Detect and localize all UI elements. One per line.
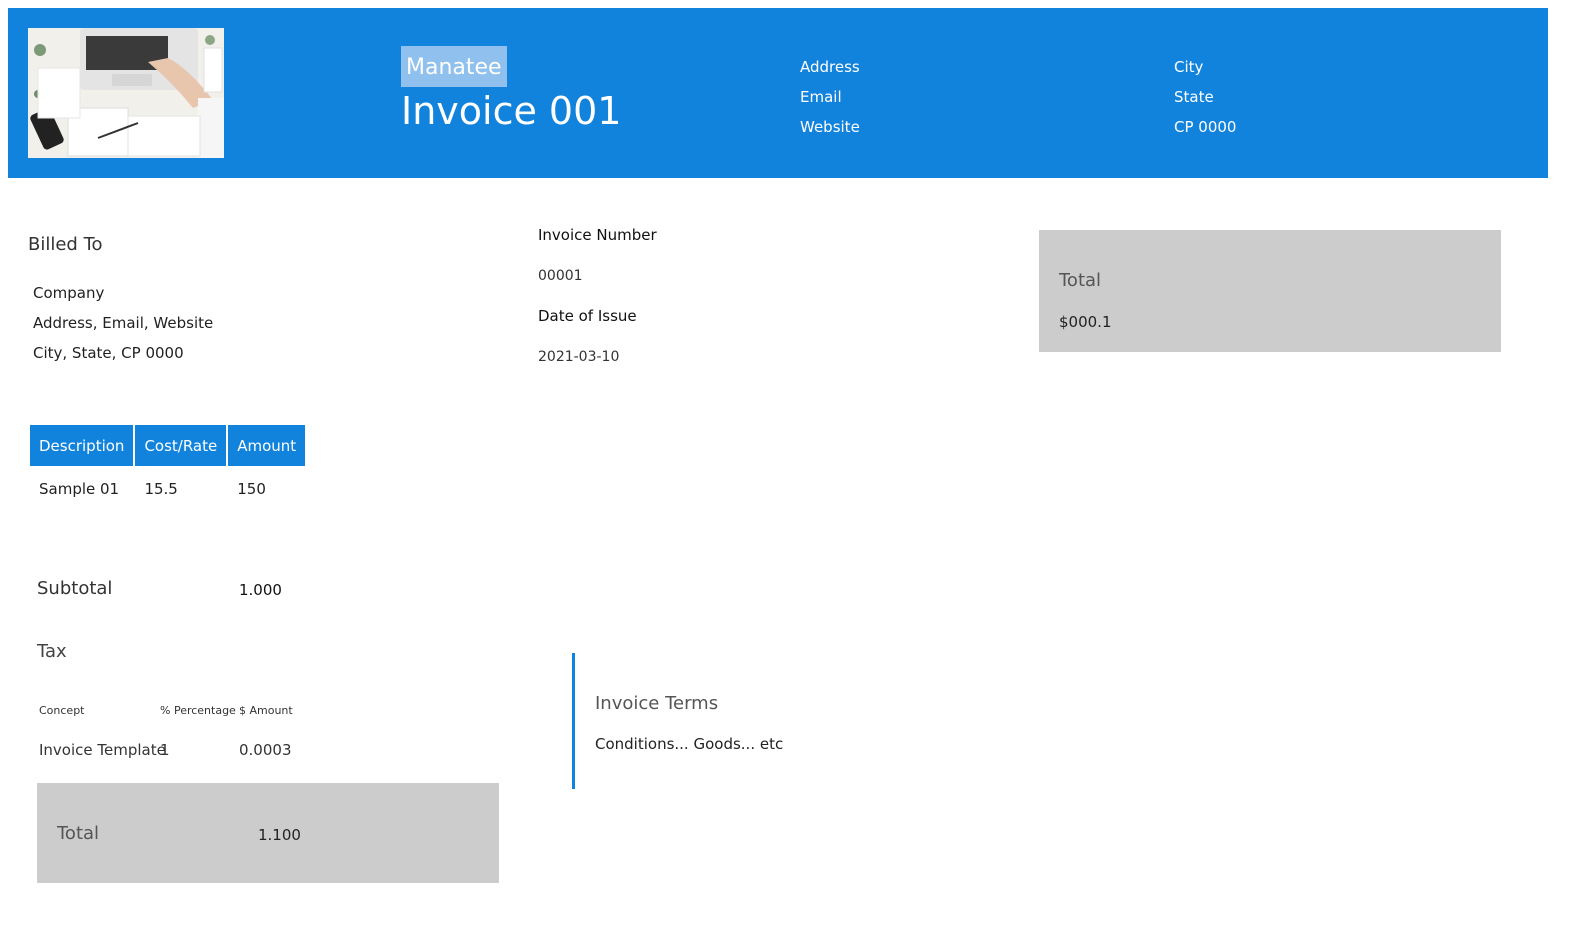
- billed-to-title: Billed To: [28, 234, 103, 255]
- total-summary-label: Total: [1059, 270, 1102, 291]
- subtotal-label: Subtotal: [37, 578, 113, 599]
- item-amount: 150: [237, 480, 266, 498]
- invoice-details: Invoice Number 00001 Date of Issue 2021-…: [538, 222, 657, 384]
- tax-amount: 0.0003: [239, 741, 292, 759]
- grand-total-value: 1.100: [258, 826, 301, 844]
- invoice-terms: Invoice Terms Conditions... Goods... etc: [572, 653, 975, 789]
- subtotal-value: 1.000: [239, 581, 282, 599]
- tax-concept: Invoice Template: [39, 741, 166, 759]
- grand-total-box: Total 1.100: [37, 783, 499, 883]
- item-description: Sample 01: [39, 480, 120, 498]
- contact-info-right: City State CP 0000: [1174, 52, 1236, 142]
- invoice-number-label: Invoice Number: [538, 226, 657, 244]
- brand-name: Manatee: [401, 46, 507, 87]
- tax-label: Tax: [37, 641, 67, 662]
- items-table: Description Cost/Rate Amount Sample 01 1…: [28, 423, 307, 512]
- header-photo: [28, 28, 224, 158]
- contact-info-left: Address Email Website: [800, 52, 860, 142]
- tax-col-concept: Concept: [39, 704, 85, 717]
- billed-to-details: Company Address, Email, Website City, St…: [33, 278, 213, 368]
- col-amount: Amount: [228, 425, 306, 466]
- contact-state: State: [1174, 88, 1214, 106]
- contact-city: City: [1174, 58, 1204, 76]
- grand-total-label: Total: [57, 823, 100, 844]
- invoice-terms-title: Invoice Terms: [595, 693, 719, 714]
- total-summary-value: $000.1: [1059, 313, 1112, 331]
- contact-website: Website: [800, 118, 860, 136]
- billed-city: City, State, CP 0000: [33, 344, 184, 362]
- tax-percentage: 1: [160, 741, 170, 759]
- date-of-issue-label: Date of Issue: [538, 307, 637, 325]
- tax-col-amount: $ Amount: [239, 704, 293, 717]
- tax-col-percentage: % Percentage: [160, 704, 236, 717]
- invoice-terms-body: Conditions... Goods... etc: [595, 735, 784, 753]
- item-cost-rate: 15.5: [144, 480, 178, 498]
- contact-email: Email: [800, 88, 842, 106]
- contact-address: Address: [800, 58, 860, 76]
- date-of-issue-value: 2021-03-10: [538, 349, 620, 365]
- contact-postal-code: CP 0000: [1174, 118, 1237, 136]
- billed-company: Company: [33, 284, 105, 302]
- col-cost-rate: Cost/Rate: [135, 425, 227, 466]
- invoice-page: Manatee Invoice 001 Address Email Websit…: [0, 0, 1595, 937]
- items-table-header: Description Cost/Rate Amount: [30, 425, 306, 466]
- total-summary-box: Total $000.1: [1039, 230, 1501, 352]
- col-description: Description: [30, 425, 134, 466]
- table-row: Sample 01 15.5 150: [30, 468, 305, 510]
- invoice-header: Manatee Invoice 001 Address Email Websit…: [8, 8, 1548, 178]
- invoice-number-value: 00001: [538, 268, 583, 284]
- billed-address: Address, Email, Website: [33, 314, 214, 332]
- invoice-title: Invoice 001: [401, 89, 622, 133]
